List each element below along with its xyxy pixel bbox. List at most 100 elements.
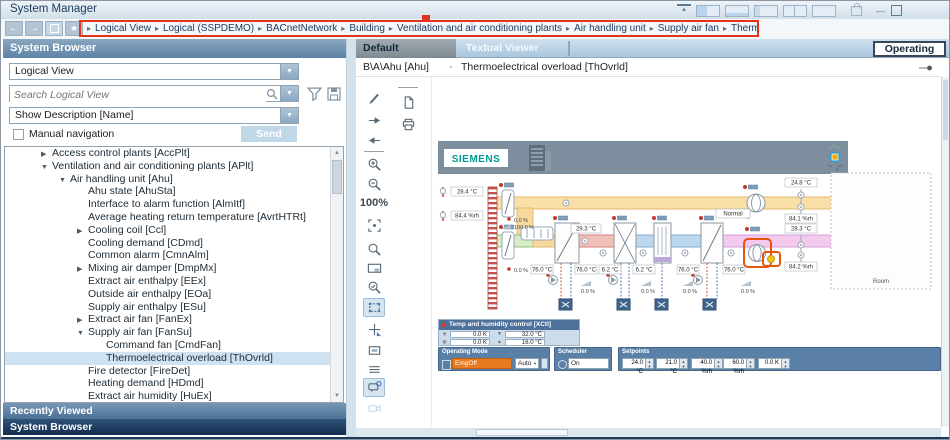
breadcrumb-item[interactable]: Air handling unit [574,23,646,34]
spinner-arrows-icon[interactable]: ▲▼ [680,358,688,369]
maximize-button[interactable] [891,5,902,16]
tree-item[interactable]: ▼Supply air fan [FanSu] [5,326,331,339]
collapse-panel-icon[interactable]: ▲ [677,4,691,17]
tab-default[interactable]: Default [356,39,456,58]
magnifier-icon[interactable] [363,240,385,259]
forward-button[interactable]: → [25,21,43,36]
tree-open-arrow-icon[interactable]: ▼ [41,162,52,175]
setpoint-value[interactable]: 0.0 K [758,358,782,369]
tree-item[interactable]: ▶Mixing air damper [DmpMx] [5,262,331,275]
tree-item[interactable]: Interface to alarm function [AlmItf] [5,198,331,211]
tree-item[interactable]: Ahu state [AhuSta] [5,185,331,198]
spinner-arrows-icon[interactable]: ▲▼ [747,358,755,369]
tree-item[interactable]: ▶Access control plants [AccPlt] [5,147,331,160]
page-icon[interactable] [397,93,419,112]
display-mode-select[interactable]: Show Description [Name] ▼ [9,107,299,124]
tree-scrollbar[interactable]: ▲ ▼ [330,147,343,402]
tree-item[interactable]: Extract air enthalpy [EEx] [5,275,331,288]
history-button[interactable] [45,21,63,36]
temp-humidity-controller[interactable]: Temp and humidity control [XCtl] ☀ 0.0 K… [438,319,580,346]
tree-open-arrow-icon[interactable]: ▼ [77,328,88,341]
chevron-down-icon[interactable]: ▼ [280,64,298,79]
back-step-icon[interactable] [363,131,385,150]
breadcrumb-item[interactable]: Logical View [95,23,151,34]
breadcrumb-item[interactable]: Ventilation and air conditioning plants [397,23,562,34]
edit-pencil-icon[interactable] [363,88,385,107]
scheduler-value[interactable]: On [568,358,609,369]
send-button[interactable]: Send [241,126,297,142]
breadcrumb-item[interactable]: BACnetNetwork [266,23,337,34]
manual-navigation-checkbox[interactable] [13,129,24,140]
zoom-level[interactable]: 100% [359,197,389,209]
spinner-arrows-icon[interactable]: ▲▼ [715,358,723,369]
operating-mode-value[interactable]: EmgOff [452,358,512,369]
filter-funnel-icon[interactable] [307,87,322,101]
tree-item[interactable]: ▶Cooling coil [Ccl] [5,224,331,237]
spinner-arrows-icon[interactable]: ▲▼ [782,358,790,369]
tree-item[interactable]: Common alarm [CmnAlm] [5,249,331,262]
forward-step-icon[interactable] [363,111,385,130]
breadcrumb-item[interactable]: Building [349,23,385,34]
recently-viewed-bar[interactable]: Recently Viewed [3,403,346,419]
setpoint-value[interactable]: 21.0 °C [656,358,680,369]
tree-item[interactable]: Heating demand [HDmd] [5,377,331,390]
layout-left-icon[interactable] [754,5,778,17]
setpoint-value[interactable]: 40.0 %rh [691,358,715,369]
operating-mode-select[interactable]: Auto▼ [515,358,539,369]
layout-single-icon[interactable] [812,5,836,17]
tree-item[interactable]: Extract air humidity [HuEx] [5,390,331,403]
pin-icon[interactable] [919,65,933,71]
tree-item[interactable]: Average heating return temperature [Avrt… [5,211,331,224]
view-select[interactable]: Logical View ▼ [9,63,299,80]
breadcrumb-item[interactable]: Logical (SSPDEMO) [163,23,254,34]
tree-item[interactable]: Outside air enthalpy [EOa] [5,288,331,301]
setpoint-spinner[interactable]: 24.0 °C▲▼ [622,358,654,369]
heat-recovery-coil[interactable] [606,216,636,310]
setpoint-spinner[interactable]: 21.0 °C▲▼ [656,358,688,369]
scrollbar-thumb[interactable] [332,160,342,194]
save-icon[interactable] [327,87,341,101]
tab-textual-viewer[interactable]: Textual Viewer [456,39,568,58]
zoom-in-icon[interactable] [363,155,385,174]
tree-item[interactable]: Thermoelectrical overload [ThOvrld] [5,352,331,365]
layout-bottom-icon[interactable] [725,5,749,17]
vertical-scrollbar[interactable] [941,77,949,427]
system-browser-bar[interactable]: System Browser [3,419,346,435]
panel-splitter[interactable] [346,39,356,437]
selection-rect-icon[interactable] [363,298,385,317]
layers-icon[interactable] [363,360,385,379]
setpoint-spinner[interactable]: 60.0 %rh▲▼ [723,358,755,369]
scroll-up-icon[interactable]: ▲ [331,147,343,159]
tree-item[interactable]: Cooling demand [CDmd] [5,237,331,250]
layout-split-left-icon[interactable] [696,5,720,17]
mode-edit-button[interactable] [541,358,548,369]
tree-item[interactable]: ▼Air handling unit [Ahu] [5,173,331,186]
pan-crosshair-icon[interactable] [363,320,385,339]
setpoint-value[interactable]: 24.0 °C [622,358,646,369]
snapshot-region-icon[interactable] [363,341,385,360]
minimize-button[interactable]: — [875,5,886,16]
tree-item[interactable]: Supply air enthalpy [ESu] [5,301,331,314]
tree-item[interactable]: Command fan [CmdFan] [5,339,331,352]
breadcrumb-item[interactable]: Thermoelectrical overload [731,23,759,34]
horizontal-scrollbar[interactable] [356,428,941,437]
scrollbar-thumb[interactable] [476,429,568,436]
zoom-select-icon[interactable] [363,278,385,297]
fit-view-icon[interactable] [363,216,385,235]
search-box[interactable]: ▼ [9,85,299,102]
setpoint-spinner[interactable]: 40.0 %rh▲▼ [691,358,723,369]
setpoint-value[interactable]: 60.0 %rh [723,358,747,369]
humidifier[interactable] [652,216,671,310]
tree-item[interactable]: ▶Extract air fan [FanEx] [5,313,331,326]
comment-icon[interactable] [363,378,385,397]
back-button[interactable]: ← [5,21,23,36]
search-input[interactable] [10,86,266,103]
zoom-out-icon[interactable] [363,175,385,194]
chevron-down-icon[interactable]: ▼ [280,108,298,123]
cooling-coil[interactable] [691,216,723,310]
print-icon[interactable] [397,115,419,134]
scrollbar-thumb[interactable] [943,80,948,140]
spinner-arrows-icon[interactable]: ▲▼ [646,358,654,369]
operating-button[interactable]: Operating [873,41,946,57]
search-dropdown-icon[interactable]: ▼ [280,86,298,101]
